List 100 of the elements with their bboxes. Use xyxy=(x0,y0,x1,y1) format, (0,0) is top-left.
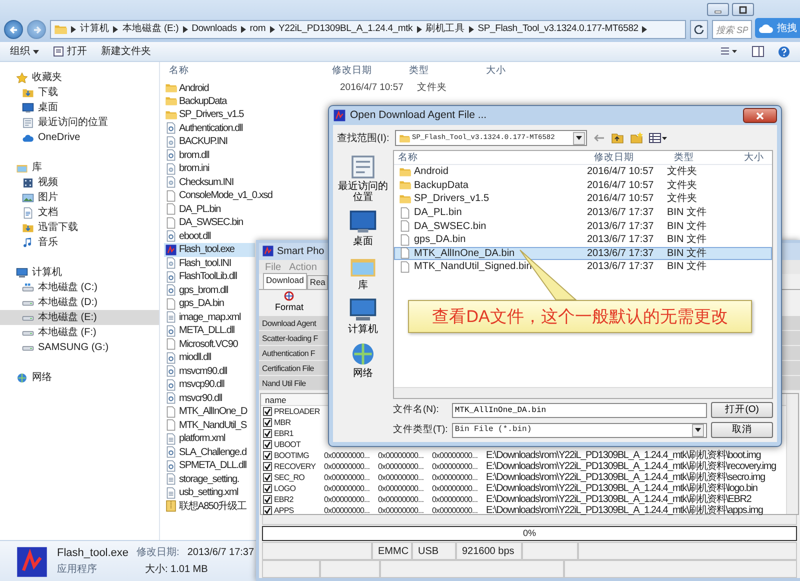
open-button[interactable]: 打开(O) xyxy=(711,402,773,418)
file-row[interactable]: gps_DA.bin 2013/6/7 17:37 BIN 文件 xyxy=(394,232,772,247)
close-button[interactable] xyxy=(743,108,777,123)
file-row[interactable]: MTK_NandUtil_Signed.bin 2013/6/7 17:37 BIN 文件 xyxy=(394,260,772,274)
file-row[interactable]: Android 2016/4/7 10:57 文件夹 xyxy=(394,165,772,179)
nav-item[interactable]: 本地磁盘 (D:) xyxy=(0,295,159,310)
toolbar-button[interactable]: 组织 xyxy=(10,44,39,59)
maximize-button[interactable] xyxy=(732,3,754,16)
breadcrumb-item[interactable]: 本地磁盘 (E:) xyxy=(122,22,179,37)
place-item[interactable]: 库 xyxy=(337,252,389,291)
refresh-button[interactable] xyxy=(690,20,708,39)
preview-pane-button[interactable] xyxy=(752,46,764,57)
column-header[interactable]: 名称 xyxy=(394,151,590,164)
file-row[interactable]: MTK_AllInOne_DA.bin 2013/6/7 17:37 BIN 文件 xyxy=(394,246,772,260)
column-header[interactable]: 名称 xyxy=(164,64,332,78)
nav-item[interactable]: 本地磁盘 (E:) xyxy=(0,310,159,325)
new-folder-button[interactable] xyxy=(630,132,643,144)
file-row[interactable]: BackupData 2016/4/7 10:57 文件夹 xyxy=(394,178,772,192)
file-row[interactable]: SP_Drivers_v1.5 2016/4/7 10:57 文件夹 xyxy=(394,192,772,206)
nav-item[interactable]: SAMSUNG (G:) xyxy=(0,340,159,355)
file-row[interactable]: Flash_tool.exe xyxy=(164,243,255,256)
file-row[interactable]: image_map.xml xyxy=(164,310,255,324)
file-row[interactable]: storage_setting. xyxy=(164,472,255,486)
file-row[interactable]: SPMETA_DLL.dll xyxy=(164,459,255,472)
scrollbar[interactable] xyxy=(394,387,772,398)
up-folder-button[interactable] xyxy=(611,132,624,144)
checkbox[interactable] xyxy=(263,407,272,416)
file-row[interactable]: platform.xml xyxy=(164,432,255,446)
column-header[interactable]: 大小 xyxy=(740,151,770,164)
column-header[interactable]: 修改日期 xyxy=(332,64,409,78)
nav-item[interactable]: 下载 xyxy=(0,85,159,100)
checkbox[interactable] xyxy=(263,451,272,460)
nav-item[interactable]: 收藏夹 xyxy=(0,70,159,85)
nav-item[interactable]: 最近访问的位置 xyxy=(0,115,159,130)
file-row[interactable]: Authentication.dll xyxy=(164,122,255,135)
file-row[interactable]: BackupData xyxy=(164,94,255,108)
checkbox[interactable] xyxy=(263,495,272,504)
column-header[interactable]: 类型 xyxy=(670,151,740,164)
scrollbar[interactable] xyxy=(262,515,797,525)
file-row[interactable]: gps_DA.bin xyxy=(164,297,255,310)
file-row[interactable]: msvcr90.dll xyxy=(164,392,255,405)
breadcrumb-item[interactable]: Y22iL_PD1309BL_A_1.24.4_mtk xyxy=(278,22,413,37)
nav-item[interactable]: 图片 xyxy=(0,190,159,205)
file-row[interactable]: msvcm90.dll xyxy=(164,364,255,378)
file-row[interactable]: FlashToolLib.dll xyxy=(164,270,255,284)
breadcrumb-item[interactable]: SP_Flash_Tool_v3.1324.0.177-MT6582 xyxy=(478,22,638,37)
file-row[interactable]: brom.ini xyxy=(164,162,255,176)
nav-item[interactable]: 桌面 xyxy=(0,100,159,115)
file-row[interactable]: MTK_NandUtil_S xyxy=(164,418,255,432)
file-row[interactable]: DA_SWSEC.bin xyxy=(164,216,255,230)
checkbox[interactable] xyxy=(263,484,272,494)
file-row[interactable]: MTK_AllInOne_D xyxy=(164,405,255,418)
file-row[interactable]: BACKUP.INI xyxy=(164,135,255,148)
file-row[interactable]: Android xyxy=(164,81,255,95)
forward-button[interactable] xyxy=(27,20,46,39)
toolbar-button[interactable]: 新建文件夹 xyxy=(101,44,151,59)
column-header[interactable]: 大小 xyxy=(486,64,546,78)
place-item[interactable]: 桌面 xyxy=(337,208,389,247)
nav-item[interactable]: 视频 xyxy=(0,175,159,190)
checkbox[interactable] xyxy=(263,418,272,428)
nav-item[interactable]: 文档 xyxy=(0,205,159,220)
nav-item[interactable]: 迅雷下载 xyxy=(0,220,159,235)
file-row[interactable]: META_DLL.dll xyxy=(164,324,255,338)
nav-item[interactable]: 本地磁盘 (C:) xyxy=(0,280,159,295)
nav-item[interactable]: 音乐 xyxy=(0,235,159,250)
file-row[interactable]: Flash_tool.INI xyxy=(164,256,255,270)
checkbox[interactable] xyxy=(263,462,272,472)
file-row[interactable]: 联想A850升级工 xyxy=(164,500,255,513)
file-row[interactable]: SLA_Challenge.d xyxy=(164,446,255,459)
back-button[interactable] xyxy=(4,20,23,39)
breadcrumb-item[interactable]: rom xyxy=(250,22,266,37)
checkbox[interactable] xyxy=(263,429,272,438)
tab[interactable]: Download xyxy=(263,272,307,289)
file-row[interactable]: msvcp90.dll xyxy=(164,378,255,392)
nav-item[interactable]: 库 xyxy=(0,160,159,175)
view-menu-button[interactable] xyxy=(649,132,667,144)
file-row[interactable]: gps_brom.dll xyxy=(164,284,255,297)
column-header[interactable]: 修改日期 xyxy=(590,151,670,164)
breadcrumb-item[interactable]: Downloads xyxy=(192,22,237,37)
nav-item[interactable]: 计算机 xyxy=(0,265,159,280)
tab[interactable]: Rea xyxy=(306,274,328,289)
file-row[interactable]: ConsoleMode_v1_0.xsd xyxy=(164,189,272,202)
toolbar-button[interactable]: 打开 xyxy=(53,44,87,59)
view-button[interactable] xyxy=(720,46,738,57)
help-button[interactable] xyxy=(778,46,790,58)
file-row[interactable]: brom.dll xyxy=(164,148,255,162)
cancel-button[interactable]: 取消 xyxy=(711,422,773,438)
nav-item[interactable]: 本地磁盘 (F:) xyxy=(0,325,159,340)
file-row[interactable]: usb_setting.xml xyxy=(164,486,255,500)
file-row[interactable]: DA_SWSEC.bin 2013/6/7 17:37 BIN 文件 xyxy=(394,219,772,233)
file-row[interactable]: DA_PL.bin xyxy=(164,202,255,216)
file-row[interactable]: Microsoft.VC90 xyxy=(164,338,255,351)
checkbox[interactable] xyxy=(263,440,272,450)
scrollbar[interactable] xyxy=(786,394,798,514)
file-row[interactable]: SP_Drivers_v1.5 xyxy=(164,108,255,122)
breadcrumb-item[interactable]: 计算机 xyxy=(80,22,110,37)
file-row[interactable]: DA_PL.bin 2013/6/7 17:37 BIN 文件 xyxy=(394,206,772,220)
file-type-dropdown[interactable]: Bin File (*.bin) xyxy=(452,422,708,438)
format-button[interactable]: Format xyxy=(267,291,312,315)
file-row[interactable]: eboot.dll xyxy=(164,230,255,243)
